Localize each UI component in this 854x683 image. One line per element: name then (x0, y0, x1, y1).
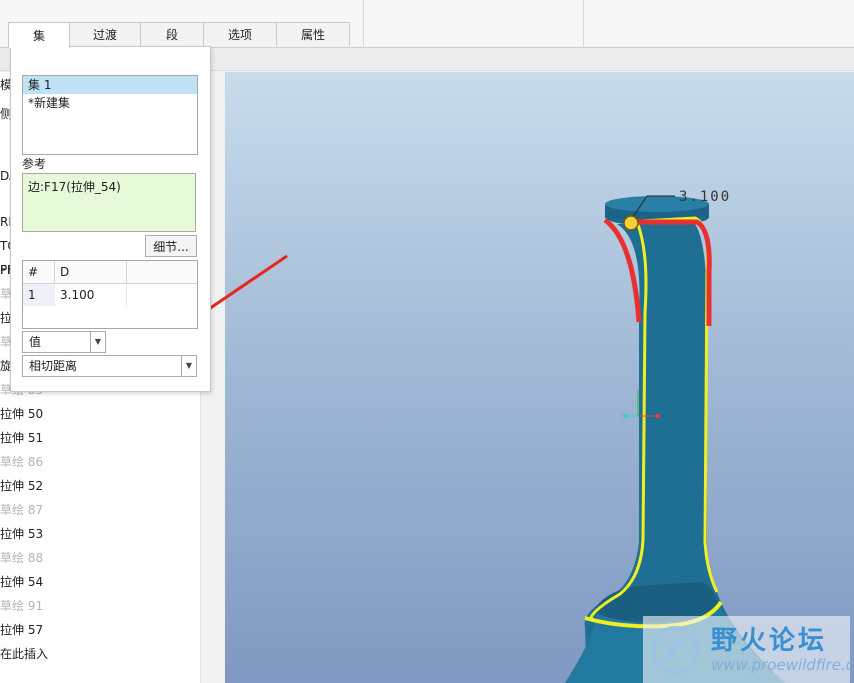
dimension-drag-handle[interactable] (623, 215, 639, 231)
reference-item[interactable]: 边:F17(拉伸_54) (28, 180, 121, 194)
tab-transitions[interactable]: 过渡 (69, 22, 141, 46)
watermark-title: 野火论坛 (711, 626, 828, 656)
column-header-index: # (23, 261, 55, 283)
graphics-viewport[interactable]: 3.100 (225, 72, 854, 683)
triad-x-tip (656, 414, 660, 418)
ribbon-divider (583, 0, 584, 46)
dashboard-tabs: 集 过渡 段 选项 属性 (8, 22, 350, 48)
dimension-label[interactable]: 3.100 (679, 189, 731, 205)
model-view (565, 195, 785, 683)
watermark: 野火论坛 www.proewildfire.cn (643, 616, 854, 683)
row-index-cell: 1 (23, 284, 55, 306)
references-label: 参考 (22, 157, 47, 171)
new-set-item[interactable]: *新建集 (23, 94, 197, 112)
sets-list[interactable]: 集 1 *新建集 (22, 75, 198, 155)
watermark-url: www.proewildfire.cn (711, 656, 854, 674)
triad-z-tip (623, 414, 627, 418)
set-item[interactable]: 集 1 (23, 76, 197, 94)
chevron-down-icon[interactable]: ▼ (90, 332, 105, 352)
distance-type-label: 相切距离 (29, 359, 78, 373)
forum-logo-icon (651, 626, 699, 674)
tab-sets[interactable]: 集 (8, 22, 70, 48)
tab-options[interactable]: 选项 (203, 22, 277, 46)
chevron-down-icon[interactable]: ▼ (181, 356, 196, 376)
tree-item[interactable]: 草绘 86 (0, 452, 43, 472)
tree-item[interactable]: 拉伸 54 (0, 572, 43, 592)
table-header: # D (23, 261, 197, 284)
dimension-table: # D 1 3.100 (22, 260, 198, 329)
tree-item[interactable]: 拉伸 52 (0, 476, 43, 496)
tree-item[interactable]: 草绘 91 (0, 596, 43, 616)
tab-properties[interactable]: 属性 (276, 22, 350, 46)
distance-type-select[interactable]: 相切距离 ▼ (22, 355, 197, 377)
ribbon: 集 过渡 段 选项 属性 (0, 0, 854, 48)
tree-item[interactable]: 拉伸 57 (0, 620, 43, 640)
ribbon-divider (363, 0, 364, 46)
tree-item[interactable]: 拉伸 50 (0, 404, 43, 424)
tree-item[interactable]: 拉伸 51 (0, 428, 43, 448)
tree-item[interactable]: 草绘 88 (0, 548, 43, 568)
tree-item[interactable]: 在此插入 (0, 644, 48, 664)
tree-item[interactable]: 草绘 87 (0, 500, 43, 520)
value-type-select[interactable]: 值 ▼ (22, 331, 106, 353)
value-type-label: 值 (29, 335, 42, 349)
tree-item[interactable]: 拉伸 53 (0, 524, 43, 544)
references-collector[interactable]: 边:F17(拉伸_54) (22, 173, 196, 232)
column-header-d: D (55, 261, 127, 283)
sets-panel: 集 1 *新建集 参考 边:F17(拉伸_54) 细节... # D 1 3.1… (10, 46, 211, 392)
row-d-cell[interactable]: 3.100 (55, 284, 127, 306)
details-button[interactable]: 细节... (145, 235, 197, 257)
tab-pieces[interactable]: 段 (140, 22, 204, 46)
